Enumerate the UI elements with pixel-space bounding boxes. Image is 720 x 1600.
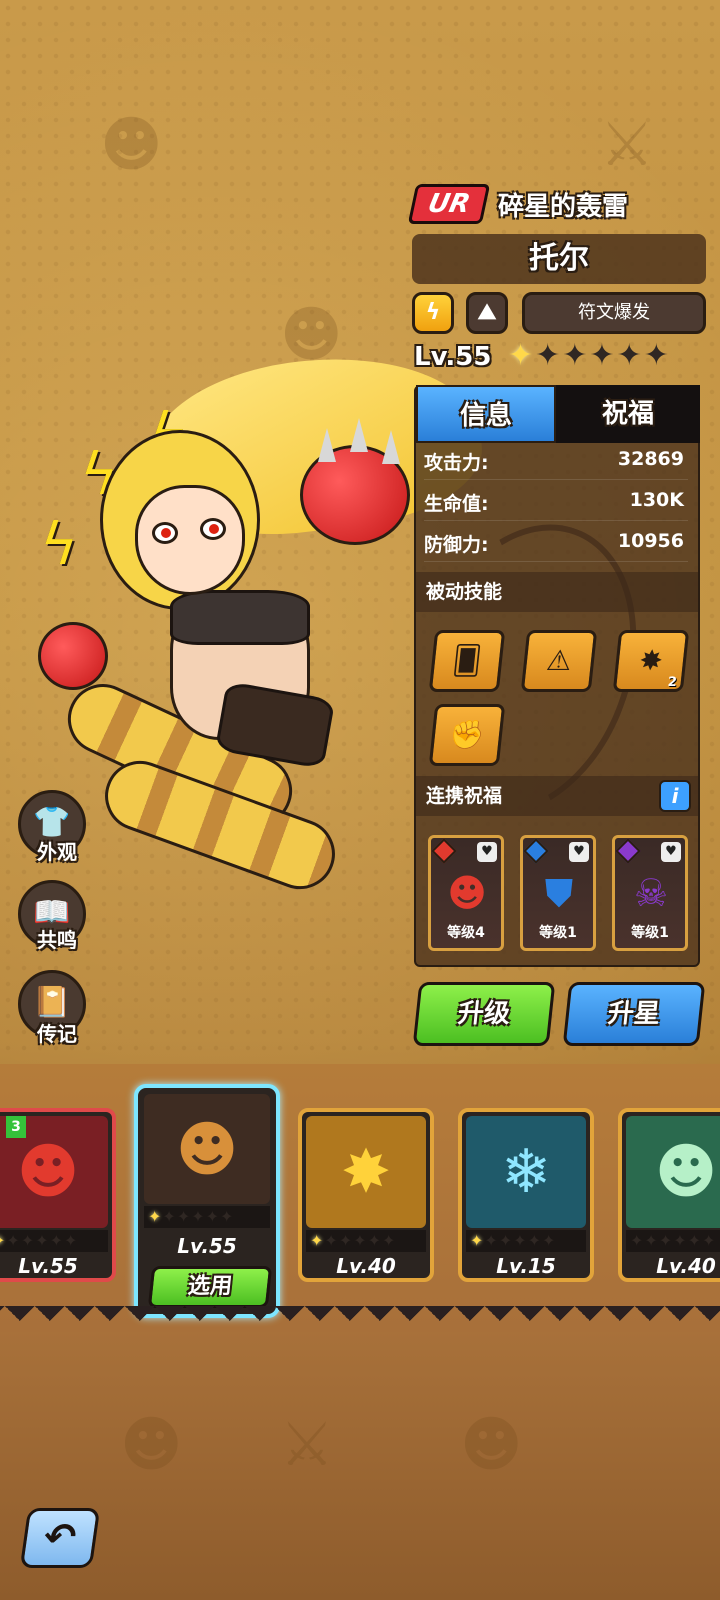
roster-card[interactable]: ☻ 3 ✦✦✦✦✦✦ Lv.55: [0, 1108, 116, 1282]
star-rating: ✦✦✦✦✦✦: [508, 338, 671, 373]
decor-sword-icon: ⚔: [280, 1410, 334, 1480]
blessing-level: 等级1: [631, 925, 669, 941]
star-empty-icon: ✦: [616, 338, 644, 373]
star-rating: ✦✦✦✦✦✦: [466, 1230, 586, 1252]
gem-icon: [523, 838, 549, 864]
green-beast-icon: ☻: [626, 1116, 720, 1228]
blessing-card-shield[interactable]: ♥ ⛊ 等级1: [520, 835, 596, 951]
decor-monster-icon: ☻: [460, 1410, 523, 1480]
blessing-card-skull[interactable]: ♥ ☠ 等级1: [612, 835, 688, 951]
upgrade-button[interactable]: 升级: [412, 982, 556, 1046]
fist-icon[interactable]: ✊: [428, 704, 506, 766]
star-empty-icon: ✦: [589, 338, 617, 373]
cards-dice-icon[interactable]: 🂠: [428, 630, 506, 692]
boxing-glove: [38, 622, 108, 690]
roster-card[interactable]: ✸ ✦✦✦✦✦✦ Lv.40: [298, 1108, 434, 1282]
lightning-bolt-icon: ϟ: [40, 510, 79, 578]
tab-info[interactable]: 信息: [416, 385, 556, 443]
hero-title: 碎星的轰雷: [498, 192, 629, 222]
appearance-label[interactable]: 外观: [22, 836, 92, 865]
blessing-level: 等级1: [539, 925, 577, 941]
fire-demon-icon: ☻: [447, 871, 487, 915]
decor-sword-icon: ⚔: [600, 110, 654, 180]
gem-icon: [431, 838, 457, 864]
blessing-level: 等级4: [447, 925, 485, 941]
rarity-badge: UR: [407, 184, 491, 224]
stat-row-hp: 生命值: 130K: [424, 483, 688, 521]
roster-card-level: Lv.40: [336, 1254, 396, 1278]
stat-row-attack: 攻击力: 32869: [424, 442, 688, 480]
stat-label: 防御力:: [424, 534, 489, 556]
stat-value: 10956: [617, 530, 684, 552]
star-rating: ✦✦✦✦✦✦: [626, 1230, 720, 1252]
ice-wolf-icon: ❄: [466, 1116, 586, 1228]
stat-label: 攻击力:: [424, 452, 489, 474]
selected-roster-card[interactable]: ☻ ✦✦✦✦✦✦ Lv.55 选用: [134, 1084, 280, 1318]
star-rating: ✦✦✦✦✦✦: [306, 1230, 426, 1252]
skill-count: 2: [666, 675, 678, 690]
hero-name: 托尔: [412, 234, 706, 284]
heart-icon: ♥: [569, 842, 589, 862]
back-arrow-icon[interactable]: ↶: [19, 1508, 101, 1568]
hero-face: [135, 485, 245, 595]
stat-row-defense: 防御力: 10956: [424, 524, 688, 562]
burst-icon[interactable]: ✸ 2: [612, 630, 690, 692]
heart-icon: ♥: [477, 842, 497, 862]
heart-icon: ♥: [661, 842, 681, 862]
stat-value: 32869: [617, 448, 684, 470]
roster-card[interactable]: ☻ ✦✦✦✦✦✦ Lv.40: [618, 1108, 720, 1282]
roster-card-level: Lv.55: [177, 1234, 237, 1258]
gem-icon: [615, 838, 641, 864]
biography-label[interactable]: 传记: [22, 1018, 92, 1047]
star-up-button[interactable]: 升星: [562, 982, 706, 1046]
link-blessing-title: 连携祝福: [416, 776, 698, 816]
roster-card-level: Lv.15: [496, 1254, 556, 1278]
lightning-triangle-icon[interactable]: ⚠: [520, 630, 598, 692]
lower-background: [0, 1330, 720, 1600]
star-filled-icon: ✦: [508, 338, 536, 373]
pumpkin-beast-icon: ☻: [144, 1094, 270, 1204]
blessing-card-fire[interactable]: ♥ ☻ 等级4: [428, 835, 504, 951]
decor-monster-icon: ☻: [120, 1410, 183, 1480]
stat-value: 130K: [629, 489, 684, 511]
shield-icon: ⛊: [544, 871, 574, 915]
roster-card-level: Lv.40: [656, 1254, 716, 1278]
star-rating: ✦✦✦✦✦✦: [0, 1230, 108, 1252]
rune-burst-button[interactable]: 符文爆发: [522, 292, 706, 334]
blessing-info-button[interactable]: i: [659, 780, 691, 812]
hero-level: Lv.55: [414, 342, 492, 372]
star-empty-icon: ✦: [535, 338, 563, 373]
roster-border: [0, 1306, 720, 1336]
hero-top: [170, 590, 310, 645]
skull-icon: ☠: [633, 871, 669, 915]
use-button[interactable]: 选用: [147, 1266, 273, 1308]
roster-card-level: Lv.55: [18, 1254, 78, 1278]
roster-card[interactable]: ❄ ✦✦✦✦✦✦ Lv.15: [458, 1108, 594, 1282]
star-empty-icon: ✦: [562, 338, 590, 373]
tab-blessing[interactable]: 祝福: [556, 385, 700, 443]
decor-monster-icon: ☻: [100, 110, 163, 180]
star-rating: ✦✦✦✦✦✦: [144, 1206, 270, 1228]
stat-label: 生命值:: [424, 493, 489, 515]
lightning-icon[interactable]: ϟ: [412, 292, 454, 334]
yellow-bird-icon: ✸: [306, 1116, 426, 1228]
star-empty-icon: ✦: [643, 338, 671, 373]
passive-skills-title: 被动技能: [416, 572, 698, 612]
roster-badge: 3: [6, 1116, 26, 1138]
resonance-label[interactable]: 共鸣: [22, 924, 92, 953]
mountain-icon[interactable]: ⛰: [466, 292, 508, 334]
